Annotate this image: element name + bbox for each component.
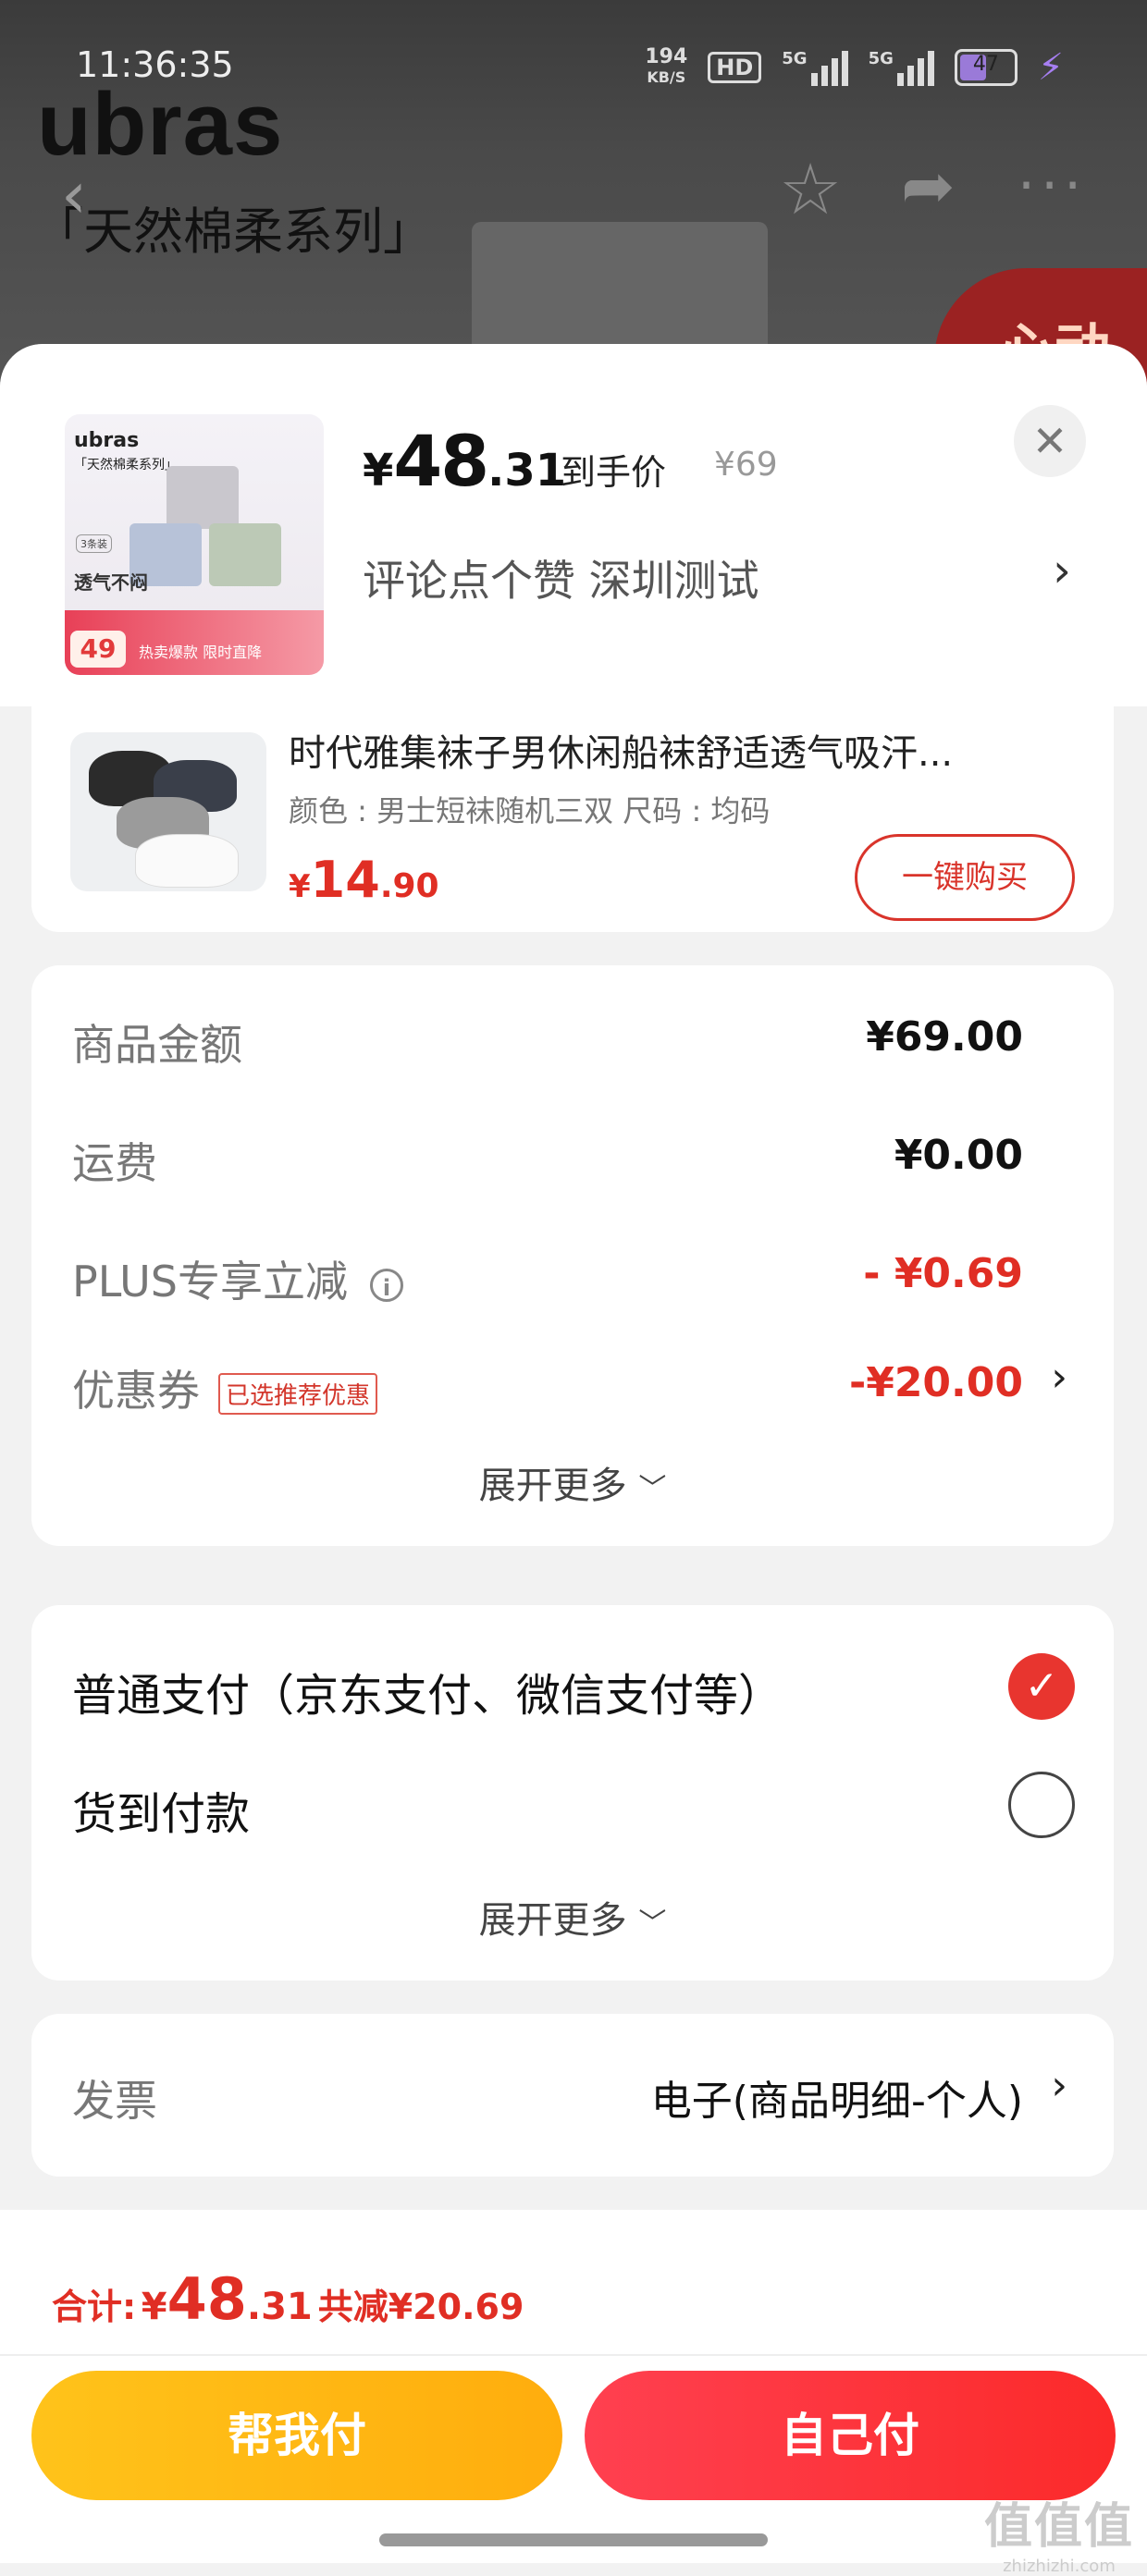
total-label: 合计: xyxy=(52,2287,137,2327)
background-brand-series: 「天然棉柔系列」 xyxy=(33,202,433,261)
payment-expand-more[interactable]: 展开更多 ﹀ xyxy=(31,1890,1114,1944)
payment-option-cod[interactable]: 货到付款 xyxy=(72,1777,250,1842)
coupon-recommend-tag: 已选推荐优惠 xyxy=(218,1373,378,1415)
addon-item-title: 时代雅集袜子男休闲船袜舒适透气吸汗... xyxy=(289,732,954,775)
watermark-text: 值值值 xyxy=(983,2499,1134,2555)
sim1-label: 5G xyxy=(782,49,808,68)
coupon-label: 优惠券 xyxy=(72,1366,200,1416)
battery-icon: 47 xyxy=(954,49,1018,86)
product-header: ubras 「天然棉柔系列」 3条装 透气不闷 49 热卖爆款 限时直降 ¥48… xyxy=(0,344,1147,706)
amount-expand-more[interactable]: 展开更多 ﹀ xyxy=(31,1455,1114,1509)
payment-method-card: 普通支付（京东支付、微信支付等） ✓ 货到付款 展开更多 ﹀ xyxy=(31,1605,1114,1981)
product-thumbnail[interactable]: ubras 「天然棉柔系列」 3条装 透气不闷 49 热卖爆款 限时直降 xyxy=(65,414,324,675)
net-speed: 194 KB/S xyxy=(645,47,687,88)
charging-bolt-icon: ⚡ xyxy=(1037,46,1064,89)
thumbnail-pack: 3条装 xyxy=(76,534,112,553)
thumbnail-swatch-green xyxy=(209,523,281,586)
watermark-site: zhizhizhi.com xyxy=(1003,2557,1116,2576)
shipping-label: 运费 xyxy=(72,1138,157,1188)
final-price: ¥48.31 xyxy=(363,420,566,502)
invoice-label: 发票 xyxy=(72,2076,157,2126)
back-icon[interactable]: ‹ xyxy=(61,157,87,233)
bottom-action-bar: 合计: ¥48.31 共减¥20.69 帮我付 自己付 值值值 zhizhizhi… xyxy=(0,2210,1147,2576)
original-price: ¥69 xyxy=(714,446,778,484)
plus-discount-label: PLUS专享立减 xyxy=(72,1257,348,1306)
chevron-down-icon: ﹀ xyxy=(638,1907,667,1940)
addon-item-spec: 颜色 : 男士短袜随机三双 尺码 : 均码 xyxy=(289,793,771,828)
thumbnail-price-badge: 49 xyxy=(70,631,126,668)
goods-amount-label: 商品金额 xyxy=(72,1020,242,1070)
chevron-right-icon[interactable]: › xyxy=(1051,1354,1067,1401)
total-currency: ¥ xyxy=(141,2286,167,2328)
addon-item-price: ¥14.90 xyxy=(289,851,439,909)
amount-summary-card: 商品金额 ¥69.00 运费 ¥0.00 PLUS专享立减 i - ¥0.69 优… xyxy=(31,965,1114,1546)
chevron-down-icon: ﹀ xyxy=(638,1473,667,1505)
thumbnail-swatch-grey xyxy=(166,466,239,529)
star-icon[interactable]: ☆ xyxy=(779,148,842,230)
plus-discount-row: PLUS专享立减 i xyxy=(72,1248,403,1309)
thumbnail-series: 「天然棉柔系列」 xyxy=(74,458,178,472)
thumbnail-promo-band: 49 热卖爆款 限时直降 xyxy=(65,610,324,675)
help-me-pay-button[interactable]: 帮我付 xyxy=(31,2371,562,2500)
shipping-value: ¥0.00 xyxy=(894,1132,1023,1179)
price-decimal: .31 xyxy=(487,445,567,497)
radio-unchecked-icon[interactable] xyxy=(1008,1772,1075,1838)
signal-icon: 5G xyxy=(782,49,848,86)
thumbnail-claim: 透气不闷 xyxy=(74,571,148,594)
signal-icon: 5G xyxy=(869,49,934,86)
net-speed-value: 194 xyxy=(645,45,688,68)
price-type-label: 到手价 xyxy=(561,452,667,493)
plus-discount-value: - ¥0.69 xyxy=(863,1250,1023,1297)
addon-price-integer: 14 xyxy=(310,851,380,909)
total-integer: 48 xyxy=(166,2265,247,2333)
addon-price-decimal: .90 xyxy=(379,867,439,905)
net-speed-unit: KB/S xyxy=(647,68,686,86)
payment-expand-label: 展开更多 xyxy=(478,1899,627,1942)
coupon-value: -¥20.00 xyxy=(848,1359,1023,1406)
background-product-page: 心动 ubras 「天然棉柔系列」 ‹ ☆ ➦ ··· 11:36:35 194… xyxy=(0,0,1147,388)
thumbnail-brand: ubras xyxy=(74,429,140,452)
one-click-buy-button[interactable]: 一键购买 xyxy=(855,834,1075,921)
invoice-value: 电子(商品明细-个人) xyxy=(650,2078,1023,2125)
status-icons: 194 KB/S HD 5G 5G 47 ⚡ xyxy=(645,46,1064,89)
info-icon[interactable]: i xyxy=(369,1268,403,1302)
addon-item-image[interactable] xyxy=(70,732,266,891)
selected-spec[interactable]: 评论点个赞 深圳测试 xyxy=(363,547,759,608)
hd-icon: HD xyxy=(708,52,762,83)
divider xyxy=(0,2354,1147,2356)
chevron-right-icon[interactable]: › xyxy=(1051,2062,1067,2109)
sim2-label: 5G xyxy=(868,49,894,68)
total-decimal: .31 xyxy=(246,2286,313,2328)
chevron-right-icon[interactable]: › xyxy=(1053,544,1071,597)
total-line: 合计: ¥48.31 共减¥20.69 xyxy=(52,2265,524,2333)
payment-option-normal[interactable]: 普通支付（京东支付、微信支付等） xyxy=(72,1659,783,1723)
total-savings: 共减¥20.69 xyxy=(317,2287,524,2327)
close-icon[interactable]: ✕ xyxy=(1014,405,1086,477)
battery-level: 47 xyxy=(972,53,999,76)
price-currency: ¥ xyxy=(363,445,394,497)
pay-myself-button[interactable]: 自己付 xyxy=(585,2371,1116,2500)
coupon-row[interactable]: 优惠券 已选推荐优惠 xyxy=(72,1357,378,1418)
invoice-card[interactable]: 发票 电子(商品明细-个人) › xyxy=(31,2014,1114,2177)
checkmark-icon[interactable]: ✓ xyxy=(1008,1653,1075,1720)
home-indicator[interactable] xyxy=(379,2533,768,2546)
price-integer: 48 xyxy=(393,420,489,502)
amount-expand-label: 展开更多 xyxy=(478,1465,627,1507)
sock-image-white xyxy=(135,834,239,888)
goods-amount-value: ¥69.00 xyxy=(866,1013,1023,1061)
more-icon[interactable]: ··· xyxy=(1018,153,1087,218)
share-icon[interactable]: ➦ xyxy=(901,148,956,224)
addon-price-currency: ¥ xyxy=(289,868,311,905)
status-time: 11:36:35 xyxy=(76,44,234,85)
thumbnail-tag: 热卖爆款 限时直降 xyxy=(139,644,263,661)
